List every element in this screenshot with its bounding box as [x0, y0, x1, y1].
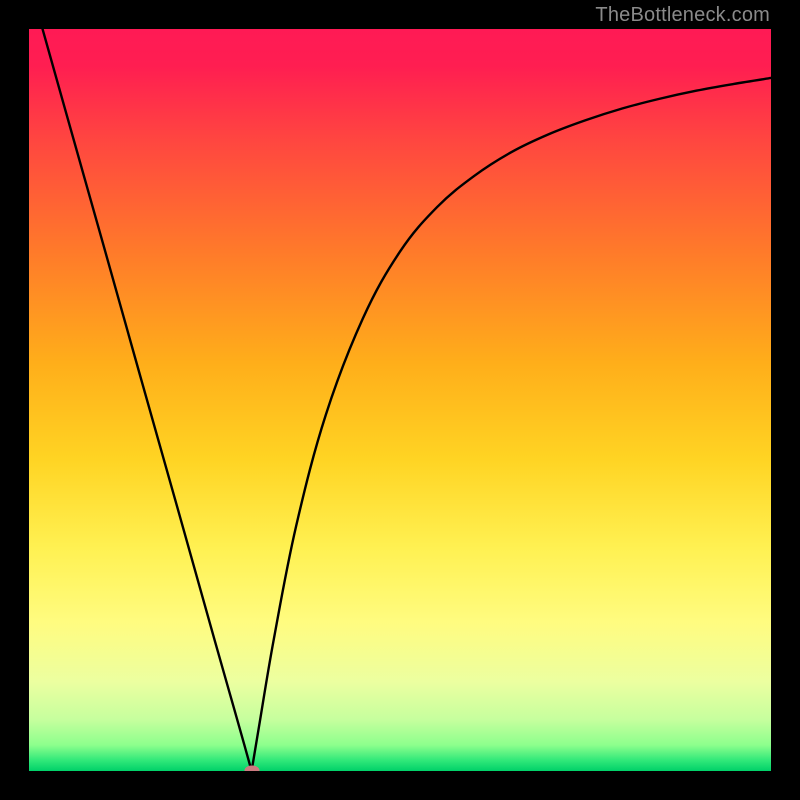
plot-area	[29, 29, 771, 771]
bottleneck-curve	[29, 29, 771, 771]
optimum-marker	[244, 766, 259, 772]
watermark-text: TheBottleneck.com	[595, 4, 770, 27]
chart-frame: TheBottleneck.com	[0, 0, 800, 800]
